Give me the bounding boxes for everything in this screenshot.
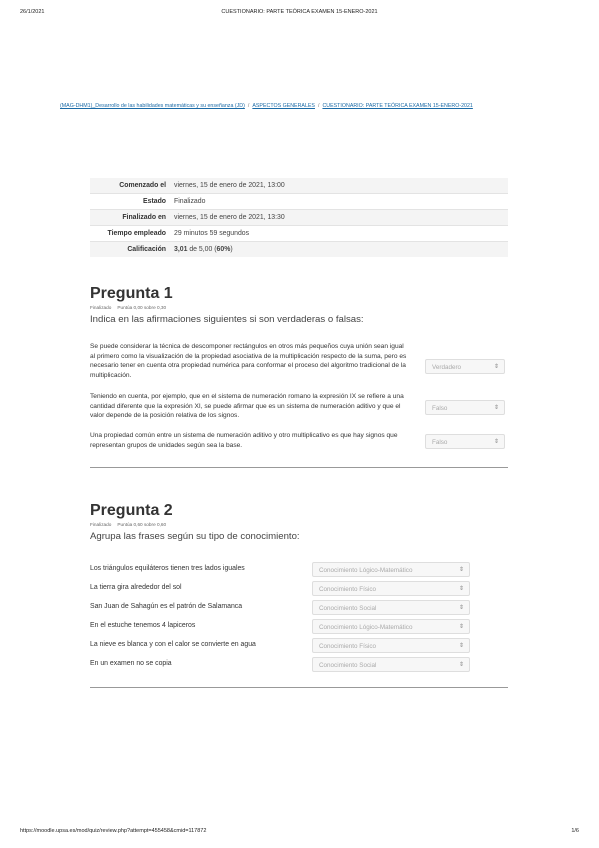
summary-row: Comenzado el viernes, 15 de enero de 202… — [90, 178, 508, 194]
tf-answer-select[interactable]: Verdadero ⇕ — [425, 359, 505, 374]
grade-max: de 5,00 ( — [187, 246, 217, 253]
tf-answer-select[interactable]: Falso ⇕ — [425, 434, 505, 449]
match-answer-value: Conocimiento Lógico-Matemático — [319, 624, 413, 631]
match-answer-value: Conocimiento Físico — [319, 586, 377, 593]
summary-value: Finalizado — [170, 193, 508, 210]
tf-answer-select[interactable]: Falso ⇕ — [425, 400, 505, 415]
question-prompt: Indica en las afirmaciones siguientes si… — [90, 314, 364, 325]
print-title: CUESTIONARIO: PARTE TEÓRICA EXAMEN 15-EN… — [221, 9, 378, 15]
summary-value: 29 minutos 59 segundos — [170, 225, 508, 242]
tf-statement: Una propiedad común entre un sistema de … — [90, 432, 398, 449]
question-prompt: Agrupa las frases según su tipo de conoc… — [90, 531, 300, 542]
summary-row: Calificación 3,01 de 5,00 (60%) — [90, 241, 508, 257]
grade-close: ) — [230, 246, 233, 253]
tf-answer-value: Verdadero — [432, 364, 462, 371]
match-answer-value: Conocimiento Lógico-Matemático — [319, 567, 413, 574]
question-title: Pregunta 1 — [90, 285, 173, 302]
tf-statement: Se puede considerar la técnica de descom… — [90, 343, 407, 379]
grade-percent: 60% — [216, 246, 231, 253]
grade-value: 3,01 de 5,00 (60%) — [170, 241, 508, 257]
breadcrumb-course-link[interactable]: (MAG-DHM1)_Desarrollo de las habilidades… — [60, 103, 245, 109]
chevron-updown-icon: ⇕ — [493, 405, 499, 411]
match-answer-select[interactable]: Conocimiento Físico ⇕ — [312, 581, 470, 596]
match-answer-select[interactable]: Conocimiento Lógico-Matemático ⇕ — [312, 562, 470, 577]
match-statement: La tierra gira alrededor del sol — [90, 584, 182, 591]
question-title: Pregunta 2 — [90, 502, 173, 519]
chevron-updown-icon: ⇕ — [458, 586, 464, 592]
match-answer-value: Conocimiento Físico — [319, 643, 377, 650]
grade-points: 3,01 — [174, 246, 188, 253]
match-answer-select[interactable]: Conocimiento Social ⇕ — [312, 600, 470, 615]
chevron-updown-icon: ⇕ — [458, 567, 464, 573]
summary-row: Finalizado en viernes, 15 de enero de 20… — [90, 209, 508, 226]
print-header: 26/1/2021 CUESTIONARIO: PARTE TEÓRICA EX… — [20, 9, 579, 19]
match-statement: En el estuche tenemos 4 lapiceros — [90, 622, 196, 629]
match-statement: Los triángulos equiláteros tienen tres l… — [90, 565, 245, 572]
question-2: Pregunta 2 Finalizado Puntúa 0,60 sobre 0… — [90, 502, 508, 543]
question-status: Finalizado — [90, 305, 112, 310]
chevron-updown-icon: ⇕ — [493, 439, 499, 445]
match-statement: En un examen no se copia — [90, 660, 172, 667]
chevron-updown-icon: ⇕ — [458, 662, 464, 668]
question-score: Puntúa 0,60 sobre 0,60 — [117, 522, 167, 527]
match-answer-select[interactable]: Conocimiento Lógico-Matemático ⇕ — [312, 619, 470, 634]
question-divider — [90, 467, 508, 468]
match-statement: La nieve es blanca y con el calor se con… — [90, 641, 256, 648]
summary-key: Finalizado en — [90, 209, 170, 226]
summary-key: Comenzado el — [90, 178, 170, 194]
match-answer-select[interactable]: Conocimiento Social ⇕ — [312, 657, 470, 672]
match-statement: San Juan de Sahagún es el patrón de Sala… — [90, 603, 243, 610]
tf-answer-value: Falso — [432, 439, 448, 446]
question-meta: Finalizado Puntúa 0,00 sobre 0,30 — [90, 305, 508, 310]
question-score: Puntúa 0,00 sobre 0,30 — [117, 305, 167, 310]
summary-value: viernes, 15 de enero de 2021, 13:00 — [170, 178, 508, 194]
summary-row: Tiempo empleado 29 minutos 59 segundos — [90, 225, 508, 242]
summary-value: viernes, 15 de enero de 2021, 13:30 — [170, 209, 508, 226]
summary-key: Estado — [90, 193, 170, 210]
print-url: https://moodle.upsa.es/mod/quiz/review.p… — [20, 828, 207, 834]
print-page-number: 1/6 — [571, 828, 579, 834]
chevron-updown-icon: ⇕ — [458, 605, 464, 611]
breadcrumb-quiz-link[interactable]: CUESTIONARIO: PARTE TEÓRICA EXAMEN 15-EN… — [322, 103, 472, 109]
tf-answer-value: Falso — [432, 405, 448, 412]
summary-key: Calificación — [90, 241, 170, 257]
breadcrumb-section-link[interactable]: ASPECTOS GENERALES — [252, 103, 315, 109]
breadcrumb: (MAG-DHM1)_Desarrollo de las habilidades… — [60, 103, 473, 109]
question-1: Pregunta 1 Finalizado Puntúa 0,00 sobre 0… — [90, 285, 508, 326]
match-answer-value: Conocimiento Social — [319, 605, 377, 612]
question-divider — [90, 687, 508, 688]
question-meta: Finalizado Puntúa 0,60 sobre 0,60 — [90, 522, 508, 527]
chevron-updown-icon: ⇕ — [493, 364, 499, 370]
attempt-summary-table: Comenzado el viernes, 15 de enero de 202… — [90, 178, 508, 257]
chevron-updown-icon: ⇕ — [458, 624, 464, 630]
match-answer-select[interactable]: Conocimiento Físico ⇕ — [312, 638, 470, 653]
summary-row: Estado Finalizado — [90, 193, 508, 210]
summary-key: Tiempo empleado — [90, 225, 170, 242]
question-status: Finalizado — [90, 522, 112, 527]
tf-statement: Teniendo en cuenta, por ejemplo, que en … — [90, 393, 404, 420]
match-answer-value: Conocimiento Social — [319, 662, 377, 669]
chevron-updown-icon: ⇕ — [458, 643, 464, 649]
print-footer: https://moodle.upsa.es/mod/quiz/review.p… — [20, 828, 579, 838]
